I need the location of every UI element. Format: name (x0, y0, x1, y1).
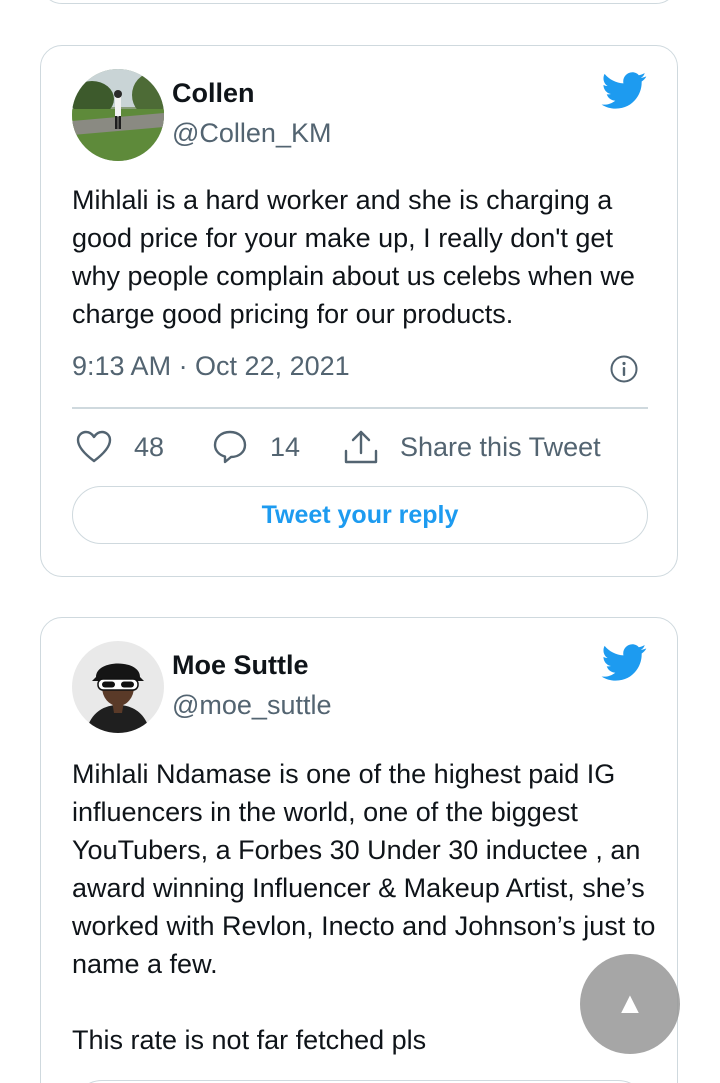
like-count: 48 (134, 431, 165, 462)
tweet-card-collen[interactable]: Collen @Collen_KM Mihlali is a hard work… (40, 45, 678, 577)
heart-icon (76, 430, 112, 463)
tweet-your-reply-button[interactable]: Tweet your reply (72, 486, 648, 544)
author-name[interactable]: Moe Suttle (172, 650, 309, 681)
share-icon (344, 430, 378, 464)
avatar[interactable] (72, 69, 164, 161)
tweet-timestamp[interactable]: 9:13 AM · Oct 22, 2021 (72, 351, 350, 382)
tweet-text: Mihlali is a hard worker and she is char… (72, 185, 635, 329)
like-button[interactable]: 48 (76, 426, 164, 468)
tweet-text: Mihlali Ndamase is one of the highest pa… (72, 759, 656, 1055)
author-handle[interactable]: @Collen_KM (172, 118, 331, 149)
tweet-actions: 48 14 Share this Tweet (72, 426, 652, 468)
avatar-photo-icon (72, 69, 164, 161)
avatar-photo-icon (72, 641, 164, 733)
twitter-bird-icon[interactable] (601, 644, 647, 682)
avatar[interactable] (72, 641, 164, 733)
share-button[interactable]: Share this Tweet (342, 426, 601, 468)
twitter-bird-icon[interactable] (601, 72, 647, 110)
share-label: Share this Tweet (400, 431, 601, 462)
reply-button[interactable]: 14 (212, 426, 300, 468)
author-name[interactable]: Collen (172, 78, 255, 109)
divider (72, 407, 648, 409)
author-handle[interactable]: @moe_suttle (172, 690, 331, 721)
reply-bubble-icon (213, 430, 247, 464)
scroll-top-icon: ▲ (615, 987, 645, 1020)
reply-count: 14 (270, 431, 301, 462)
scroll-top-button[interactable]: ▲ (580, 954, 680, 1054)
info-icon[interactable] (609, 354, 639, 384)
page: Collen @Collen_KM Mihlali is a hard work… (0, 0, 720, 1083)
previous-tweet-card-edge (40, 0, 678, 4)
